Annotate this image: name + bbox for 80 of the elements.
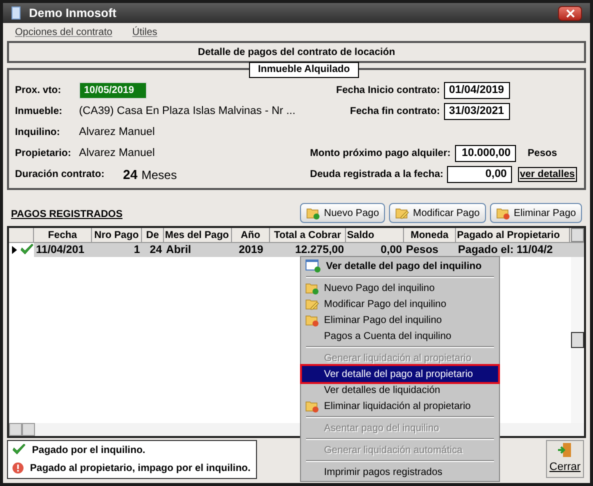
value-field: 31/03/2021 [444,103,510,120]
folder-delete-icon [305,399,319,413]
context-menu-item[interactable]: Nuevo Pago del inquilino [302,280,498,296]
scroll-left-button[interactable] [9,423,22,436]
field-label: Duración contrato: [15,168,106,182]
column-header[interactable]: Total a Cobrar [270,228,346,242]
context-menu-item[interactable]: Modificar Pago del inquilino [302,296,498,312]
field-label: Propietario: [15,147,72,161]
field-label: Fecha Inicio contrato: [335,84,440,98]
value-field: 10.000,00 [454,145,516,162]
context-menu-item[interactable]: Eliminar liquidación al propietario [302,398,498,414]
window-add-icon [305,259,321,273]
field-value: (CA39) Casa En Plaza Islas Malvinas - Nr ... [79,104,296,120]
table-cell-text: 1 [132,242,141,258]
scroll-up-button[interactable] [571,228,584,242]
row-pointer-icon [12,246,16,254]
warning-icon [12,462,24,474]
folder-add-icon [305,281,319,295]
column-header[interactable]: Fecha [34,228,92,242]
field-label: Inmueble: [15,105,64,119]
context-menu-item[interactable]: Ver detalle del pago del inquilino [302,258,498,274]
table-cell-text: 24 [148,242,163,258]
field-label: Fecha fin contrato: [348,105,440,119]
toolbar-button[interactable]: Modificar Pago [389,203,486,223]
close-dialog-button[interactable]: Cerrar [546,440,584,478]
check-icon [12,444,26,456]
close-icon [566,8,574,18]
exit-door-icon [557,442,573,458]
context-menu-item[interactable]: Imprimir pagos registrados [302,464,498,480]
field-label: Monto próximo pago alquiler: [310,147,451,161]
field-label: Deuda registrada a la fecha: [310,168,444,182]
table-cell-text: 11/04/201 [35,242,86,258]
column-header[interactable]: De [142,228,164,242]
context-menu-item[interactable]: Ver detalles de liquidación [302,382,498,398]
column-header[interactable]: Saldo [346,228,404,242]
folder-delete-icon [305,313,319,327]
panel-title: Detalle de pagos del contrato de locación [198,46,396,60]
table-cell-text: 12.275,00 [294,242,345,258]
folder-edit-icon [305,297,319,311]
due-date-field: 10/05/2019 [79,82,147,99]
close-button[interactable] [558,6,582,20]
duration-value: 24 [123,166,138,184]
folder-add-icon [306,206,320,220]
details-link[interactable]: ver detalles [518,167,577,182]
legend-text: Pagado al propietario, impago por el inquilino. [30,462,251,476]
table-cell-text: 0,00 [380,242,403,258]
column-header[interactable]: Moneda [404,228,456,242]
table-cell-text: Pesos [405,242,440,258]
value-field: 0,00 [447,166,512,183]
scrollbar[interactable] [571,257,584,423]
menu-item[interactable]: Útiles [132,24,158,40]
context-menu-item[interactable]: Eliminar Pago del inquilino [302,312,498,328]
group-title: Inmueble Alquilado [249,62,359,78]
value-field: 01/04/2019 [444,82,510,99]
duration-unit: Meses [141,166,177,184]
field-value: Alvarez Manuel [79,146,155,162]
column-header[interactable]: Nro Pago [92,228,142,242]
table-cell-text: 2019 [238,242,264,258]
context-menu-item[interactable]: Pagos a Cuenta del inquilino [302,328,498,344]
context-menu-item[interactable]: Ver detalle del pago al propietario [302,366,498,382]
column-header[interactable]: Pagado al Propietario [456,228,570,242]
scroll-right-button[interactable] [22,423,35,436]
window-title: Demo Inmosoft [29,5,116,22]
folder-delete-icon [496,206,510,220]
column-header[interactable]: Año [232,228,270,242]
legend-text: Pagado por el inquilino. [32,444,146,458]
folder-edit-icon [395,206,410,220]
field-value: Alvarez Manuel [79,125,155,140]
currency-label: Pesos [528,147,558,161]
table-cell-text: Abril [165,242,192,258]
section-title: PAGOS REGISTRADOS [11,208,122,222]
table-cell-text: Pagado el: 11/04/2 [457,242,554,258]
column-header[interactable]: Mes del Pago [164,228,232,242]
table-row[interactable]: 11/04/201 1 24 Abril 2019 12.275,00 0,00 Pesos Pagado el: 11/04/2 [9,243,584,257]
toolbar-button[interactable]: Eliminar Pago [490,203,582,223]
field-label: Inquilino: [15,126,61,140]
building-icon [11,6,21,20]
field-label: Prox. vto: [15,84,62,98]
menu-item[interactable]: Opciones del contrato [15,24,112,40]
toolbar-button[interactable]: Nuevo Pago [300,203,386,223]
